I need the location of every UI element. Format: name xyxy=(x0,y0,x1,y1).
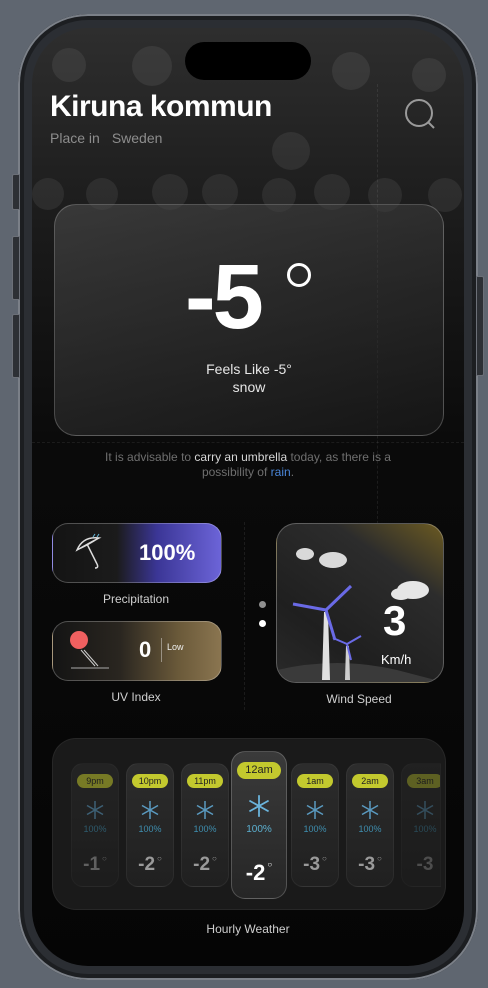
feels-like: Feels Like -5° xyxy=(206,361,292,377)
hour-temperature: -2 ○ xyxy=(182,854,228,876)
hour-temp-value: -2 xyxy=(138,854,156,875)
uv-index-label: UV Index xyxy=(111,690,161,704)
uv-level: Low xyxy=(167,642,184,652)
weather-condition: snow xyxy=(232,379,266,395)
hour-time: 10pm xyxy=(132,774,168,788)
bokeh-light xyxy=(412,58,446,92)
divider xyxy=(161,638,162,662)
degree-symbol: ○ xyxy=(157,854,162,863)
bokeh-light xyxy=(52,48,86,82)
snowflake-icon xyxy=(306,801,324,819)
wind-turbine-icon xyxy=(277,548,443,682)
location-subtitle: Place in Sweden xyxy=(50,130,162,146)
location-title: Kiruna kommun xyxy=(50,90,272,123)
hour-time: 9pm xyxy=(77,774,113,788)
grid-line xyxy=(244,522,245,710)
country-name: Sweden xyxy=(111,130,163,146)
bokeh-light xyxy=(32,178,64,210)
hour-precipitation: 100% xyxy=(83,824,107,834)
sun-icon xyxy=(70,631,109,669)
umbrella-icon xyxy=(75,533,102,569)
hour-temperature: -2 ○ xyxy=(127,854,173,876)
advice-period: . xyxy=(290,465,295,479)
degree-symbol: ○ xyxy=(102,854,107,863)
volume-up-button xyxy=(12,236,20,300)
hour-temp-value: -2 xyxy=(245,860,266,885)
search-icon xyxy=(405,99,435,129)
current-temperature: -5 xyxy=(185,246,264,348)
hour-card[interactable]: 1am 100% -3 ○ xyxy=(291,763,339,887)
hour-card[interactable]: 11pm 100% -2 ○ xyxy=(181,763,229,887)
hour-temperature: -3 ○ xyxy=(347,854,393,876)
hour-time: 12am xyxy=(237,762,281,779)
bokeh-light xyxy=(132,46,172,86)
wind-speed-label: Wind Speed xyxy=(326,692,392,706)
hour-temperature: -2 ○ xyxy=(232,860,286,886)
app-screen: Kiruna kommun Place in Sweden -5 Feels Li… xyxy=(32,28,464,966)
hour-precipitation: 100% xyxy=(303,824,327,834)
snowflake-icon xyxy=(416,801,434,819)
hour-temperature: -3 ○ xyxy=(292,854,338,876)
advice-text: It is advisable to xyxy=(105,450,192,464)
hour-card-selected[interactable]: 12am 100% -2 ○ xyxy=(231,751,287,899)
hour-temp-value: -2 xyxy=(193,854,211,875)
page-indicator-dot-active[interactable] xyxy=(259,620,266,627)
hour-time: 11pm xyxy=(187,774,223,788)
hour-card[interactable]: 10pm 100% -2 ○ xyxy=(126,763,174,887)
hourly-weather-panel[interactable]: 9pm 100% -1 ○ 10pm 100% -2 ○ 11pm 100% -2 ○… xyxy=(52,738,446,910)
hour-temp-value: -1 xyxy=(83,854,101,875)
hour-time: 3am xyxy=(407,774,440,788)
mute-switch xyxy=(12,174,20,210)
advice-highlight: carry an umbrella xyxy=(194,450,288,464)
degree-symbol xyxy=(287,263,311,287)
degree-symbol: ○ xyxy=(377,854,382,863)
volume-down-button xyxy=(12,314,20,378)
bokeh-light xyxy=(332,52,370,90)
snowflake-icon xyxy=(196,801,214,819)
hourly-weather-label: Hourly Weather xyxy=(206,922,290,936)
page-indicator-dot[interactable] xyxy=(259,601,266,608)
hour-time: 2am xyxy=(352,774,388,788)
snowflake-icon xyxy=(86,801,104,819)
uv-value: 0 xyxy=(139,637,152,662)
place-type: Place in xyxy=(50,130,100,146)
snowflake-icon xyxy=(248,795,270,817)
hour-temp-value: -3 xyxy=(358,854,376,875)
hour-precipitation: 100% xyxy=(138,824,162,834)
power-button xyxy=(476,276,484,376)
degree-symbol: ○ xyxy=(267,860,273,869)
hour-card[interactable]: 2am 100% -3 ○ xyxy=(346,763,394,887)
precipitation-label: Precipitation xyxy=(102,592,170,606)
grid-line xyxy=(32,442,464,443)
hour-time: 1am xyxy=(297,774,333,788)
search-button[interactable] xyxy=(404,98,436,130)
current-temperature-card: -5 Feels Like -5° snow xyxy=(54,204,444,436)
hour-card[interactable]: 9pm 100% -1 ○ xyxy=(71,763,119,887)
uv-index-widget[interactable]: 0 Low xyxy=(52,621,222,681)
bokeh-light xyxy=(272,132,310,170)
wind-speed-unit: Km/h xyxy=(381,652,412,667)
hour-temperature: -3 xyxy=(402,854,440,876)
hour-precipitation: 100% xyxy=(413,824,437,834)
hour-precipitation: 100% xyxy=(246,824,272,835)
rain-link[interactable]: rain xyxy=(271,465,291,479)
hour-card[interactable]: 3am 100% -3 xyxy=(401,763,441,887)
precipitation-widget[interactable]: 100% xyxy=(52,523,222,583)
wind-speed-widget[interactable]: 3 Km/h xyxy=(276,523,444,683)
hour-precipitation: 100% xyxy=(193,824,217,834)
degree-symbol: ○ xyxy=(212,854,217,863)
hour-temp-value: -3 xyxy=(416,854,434,875)
weather-advice: It is advisable to carry an umbrella tod… xyxy=(102,450,394,480)
precipitation-value: 100% xyxy=(139,540,196,565)
dynamic-island xyxy=(185,42,311,80)
hour-precipitation: 100% xyxy=(358,824,382,834)
hour-temperature: -1 ○ xyxy=(72,854,118,876)
snowflake-icon xyxy=(361,801,379,819)
wind-speed-value: 3 xyxy=(383,597,407,644)
snowflake-icon xyxy=(141,801,159,819)
hour-temp-value: -3 xyxy=(303,854,321,875)
degree-symbol: ○ xyxy=(322,854,327,863)
